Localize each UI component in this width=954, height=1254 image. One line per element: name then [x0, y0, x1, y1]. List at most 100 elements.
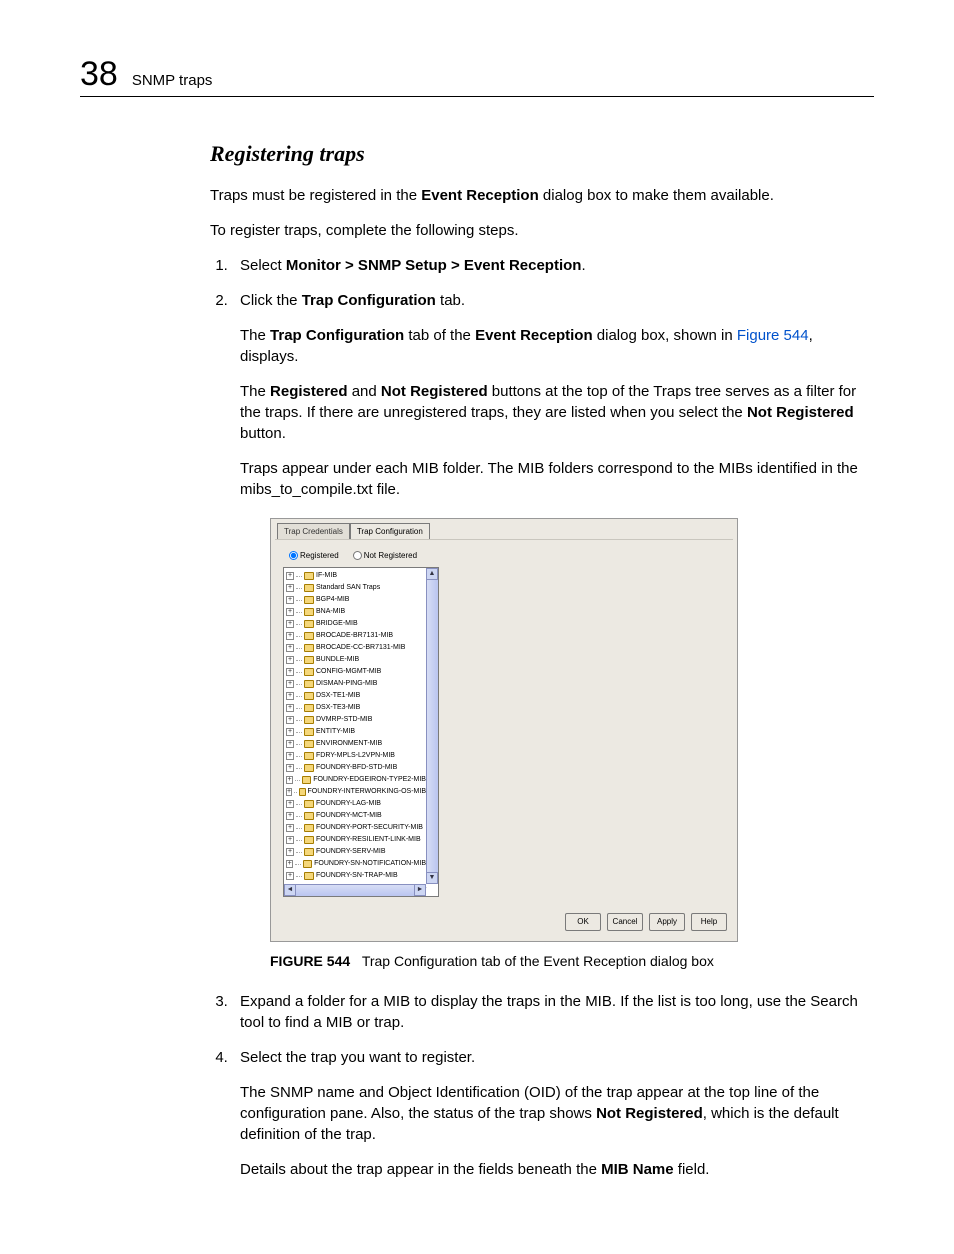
tree-item[interactable]: + BNA-MIB: [286, 606, 426, 618]
tree-item[interactable]: +FOUNDRY-EDGEIRON-TYPE2-MIB: [286, 774, 426, 786]
expand-icon[interactable]: +: [286, 704, 294, 712]
tree-connector: [294, 792, 297, 793]
expand-icon[interactable]: +: [286, 596, 294, 604]
tree-item[interactable]: + FOUNDRY-PORT-SECURITY-MIB: [286, 822, 426, 834]
folder-icon: [304, 836, 314, 844]
tree-connector: [296, 648, 302, 649]
text: Select: [240, 257, 286, 274]
expand-icon[interactable]: +: [286, 692, 294, 700]
tree-item-label: BNA-MIB: [316, 606, 345, 618]
tree-item[interactable]: +DSX-TE1-MIB: [286, 690, 426, 702]
tree-item[interactable]: +DVMRP-STD-MIB: [286, 714, 426, 726]
tree-item-label: BROCADE-CC-BR7131-MIB: [316, 642, 405, 654]
tree-item[interactable]: +DISMAN-PING-MIB: [286, 678, 426, 690]
tree-connector: [296, 600, 302, 601]
mib-tree[interactable]: +IF-MIB+Standard SAN Traps+BGP4-MIB+BNA-…: [283, 567, 439, 897]
expand-icon[interactable]: +: [286, 788, 292, 796]
tree-item[interactable]: +FOUNDRY-LAG-MIB: [286, 798, 426, 810]
scroll-down-icon[interactable]: ▼: [426, 872, 438, 884]
expand-icon[interactable]: +: [286, 752, 294, 760]
folder-icon: [304, 812, 314, 820]
scroll-left-icon[interactable]: ◄: [284, 884, 296, 896]
folder-icon: [304, 632, 314, 640]
tree-item-label: FOUNDRY-MCT-MIB: [316, 810, 382, 822]
text-bold: Registered: [270, 383, 348, 400]
tree-item-label: FOUNDRY-PORT-SECURITY-MIB: [316, 822, 423, 834]
tree-item[interactable]: +BGP4-MIB: [286, 594, 426, 606]
text: Click the: [240, 292, 302, 309]
expand-icon[interactable]: +: [286, 872, 294, 880]
tree-item[interactable]: + BROCADE-BR7131-MIB: [286, 630, 426, 642]
ok-button[interactable]: OK: [565, 913, 601, 930]
tree-item[interactable]: +ENVIRONMENT-MIB: [286, 738, 426, 750]
header-title: SNMP traps: [132, 72, 213, 89]
text-bold: Monitor > SNMP Setup > Event Reception: [286, 257, 582, 274]
expand-icon[interactable]: +: [286, 860, 293, 868]
expand-icon[interactable]: +: [286, 680, 294, 688]
expand-icon[interactable]: +: [286, 776, 293, 784]
expand-icon[interactable]: +: [286, 764, 294, 772]
tab-trap-credentials[interactable]: Trap Credentials: [277, 523, 350, 539]
horizontal-scrollbar[interactable]: ◄ ►: [284, 884, 426, 896]
expand-icon[interactable]: +: [286, 608, 294, 616]
folder-icon: [304, 608, 314, 616]
expand-icon[interactable]: +: [286, 656, 294, 664]
tab-trap-configuration[interactable]: Trap Configuration: [350, 523, 430, 539]
tree-connector: [296, 588, 302, 589]
radio-not-registered[interactable]: Not Registered: [353, 550, 417, 561]
expand-icon[interactable]: +: [286, 644, 294, 652]
tree-item[interactable]: +FOUNDRY-INTERWORKING-OS-MIB: [286, 786, 426, 798]
tree-item[interactable]: + ENTITY-MIB: [286, 726, 426, 738]
radio-registered-input[interactable]: [289, 551, 298, 560]
tree-item[interactable]: +BUNDLE-MIB: [286, 654, 426, 666]
vertical-scrollbar[interactable]: ▲ ▼: [426, 568, 438, 884]
radio-registered[interactable]: Registered: [289, 550, 339, 561]
tree-item[interactable]: + BROCADE-CC-BR7131-MIB: [286, 642, 426, 654]
tree-item[interactable]: +BRIDGE-MIB: [286, 618, 426, 630]
figure-544: Trap Credentials Trap Configuration Regi…: [270, 518, 874, 942]
tree-item[interactable]: +FOUNDRY-SN-TRAP-MIB: [286, 870, 426, 882]
expand-icon[interactable]: +: [286, 824, 294, 832]
tree-item[interactable]: +Standard SAN Traps: [286, 582, 426, 594]
tree-item[interactable]: +FOUNDRY-BFD-STD-MIB: [286, 762, 426, 774]
tree-connector: [296, 852, 302, 853]
tree-item[interactable]: +FOUNDRY-RESILIENT-LINK-MIB: [286, 834, 426, 846]
expand-icon[interactable]: +: [286, 584, 294, 592]
scroll-right-icon[interactable]: ►: [414, 884, 426, 896]
expand-icon[interactable]: +: [286, 632, 294, 640]
expand-icon[interactable]: +: [286, 668, 294, 676]
expand-icon[interactable]: +: [286, 848, 294, 856]
text: Select the trap you want to register.: [240, 1049, 475, 1066]
tree-item[interactable]: +FOUNDRY-SERV-MIB: [286, 846, 426, 858]
expand-icon[interactable]: +: [286, 572, 294, 580]
apply-button[interactable]: Apply: [649, 913, 685, 930]
tree-item[interactable]: +FDRY-MPLS-L2VPN-MIB: [286, 750, 426, 762]
text-bold: Not Registered: [381, 383, 488, 400]
tree-item[interactable]: + FOUNDRY-MCT-MIB: [286, 810, 426, 822]
expand-icon[interactable]: +: [286, 812, 294, 820]
cancel-button[interactable]: Cancel: [607, 913, 643, 930]
figure-link[interactable]: Figure 544: [737, 327, 809, 344]
expand-icon[interactable]: +: [286, 728, 294, 736]
help-button[interactable]: Help: [691, 913, 727, 930]
expand-icon[interactable]: +: [286, 800, 294, 808]
expand-icon[interactable]: +: [286, 620, 294, 628]
text: Traps must be registered in the: [210, 187, 421, 204]
tree-item[interactable]: +FOUNDRY-SN-NOTIFICATION-MIB: [286, 858, 426, 870]
tree-item-label: ENTITY-MIB: [316, 726, 355, 738]
expand-icon[interactable]: +: [286, 896, 294, 897]
steps-list: Select Monitor > SNMP Setup > Event Rece…: [210, 255, 874, 1180]
tree-connector: [296, 756, 302, 757]
radio-not-registered-input[interactable]: [353, 551, 362, 560]
text-bold: Trap Configuration: [302, 292, 436, 309]
folder-icon: [304, 716, 314, 724]
intro-paragraph: Traps must be registered in the Event Re…: [210, 185, 874, 206]
expand-icon[interactable]: +: [286, 740, 294, 748]
tree-item[interactable]: +IF-MIB: [286, 570, 426, 582]
tree-item-label: BROCADE-BR7131-MIB: [316, 630, 393, 642]
tree-item[interactable]: +DSX-TE3-MIB: [286, 702, 426, 714]
expand-icon[interactable]: +: [286, 716, 294, 724]
scroll-up-icon[interactable]: ▲: [426, 568, 438, 580]
tree-item[interactable]: +CONFIG-MGMT-MIB: [286, 666, 426, 678]
expand-icon[interactable]: +: [286, 836, 294, 844]
